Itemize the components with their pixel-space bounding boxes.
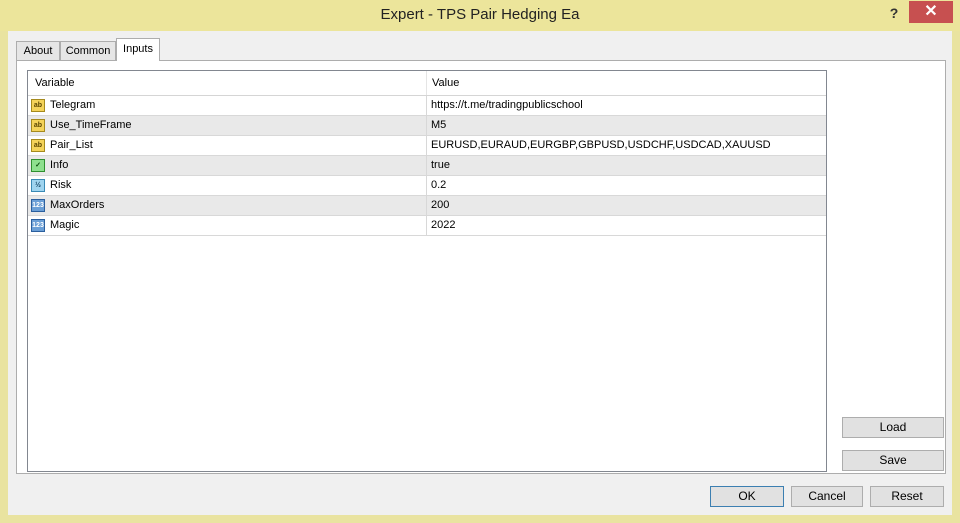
tab-about[interactable]: About (16, 41, 60, 60)
variable-name: MaxOrders (50, 199, 105, 211)
title-bar[interactable]: Expert - TPS Pair Hedging Ea ? ✕ (0, 0, 960, 31)
table-row[interactable]: 123 Magic 2022 (28, 216, 826, 236)
close-button[interactable]: ✕ (909, 1, 953, 23)
load-button[interactable]: Load (842, 417, 944, 438)
table-row[interactable]: ab Telegram https://t.me/tradingpublicsc… (28, 96, 826, 116)
variable-value[interactable]: https://t.me/tradingpublicschool (431, 96, 583, 115)
variable-value[interactable]: 0.2 (431, 176, 446, 195)
column-divider[interactable] (426, 71, 427, 95)
integer-icon: 123 (31, 199, 45, 212)
help-button[interactable]: ? (880, 3, 908, 23)
cell-divider (426, 216, 427, 236)
table-row[interactable]: ab Pair_List EURUSD,EURAUD,EURGBP,GBPUSD… (28, 136, 826, 156)
variable-name: Magic (50, 219, 80, 231)
table-row[interactable]: ½ Risk 0.2 (28, 176, 826, 196)
string-icon: ab (31, 119, 45, 132)
dialog-client-area: About Common Inputs Variable Value ab Te… (8, 31, 952, 515)
ok-button[interactable]: OK (710, 486, 784, 507)
string-icon: ab (31, 139, 45, 152)
integer-icon: 123 (31, 219, 45, 232)
cell-divider (426, 136, 427, 156)
grid-header: Variable Value (28, 71, 826, 96)
variable-name: Use_TimeFrame (50, 119, 132, 131)
cell-divider (426, 196, 427, 216)
variable-value[interactable]: 200 (431, 196, 449, 215)
cell-divider (426, 96, 427, 116)
variable-value[interactable]: EURUSD,EURAUD,EURGBP,GBPUSD,USDCHF,USDCA… (431, 136, 771, 155)
dialog-window: Expert - TPS Pair Hedging Ea ? ✕ About C… (0, 0, 960, 523)
variable-value[interactable]: 2022 (431, 216, 455, 235)
cell-divider (426, 176, 427, 196)
cell-divider (426, 156, 427, 176)
cancel-button[interactable]: Cancel (791, 486, 863, 507)
table-row[interactable]: ✓ Info true (28, 156, 826, 176)
variable-name: Risk (50, 179, 72, 191)
variable-name: Pair_List (50, 139, 93, 151)
variable-name: Telegram (50, 99, 96, 111)
cell-divider (426, 116, 427, 136)
variable-value[interactable]: true (431, 156, 450, 175)
inputs-grid[interactable]: Variable Value ab Telegram https://t.me/… (27, 70, 827, 472)
tab-common[interactable]: Common (60, 41, 116, 60)
bool-icon: ✓ (31, 159, 45, 172)
variable-name: Info (50, 159, 69, 171)
reset-button[interactable]: Reset (870, 486, 944, 507)
column-header-value[interactable]: Value (432, 71, 459, 95)
variable-value[interactable]: M5 (431, 116, 446, 135)
table-row[interactable]: ab Use_TimeFrame M5 (28, 116, 826, 136)
inputs-panel: Variable Value ab Telegram https://t.me/… (16, 60, 946, 474)
double-icon: ½ (31, 179, 45, 192)
tab-inputs[interactable]: Inputs (116, 38, 160, 61)
string-icon: ab (31, 99, 45, 112)
save-button[interactable]: Save (842, 450, 944, 471)
table-row[interactable]: 123 MaxOrders 200 (28, 196, 826, 216)
column-header-variable[interactable]: Variable (35, 71, 75, 95)
window-title: Expert - TPS Pair Hedging Ea (380, 6, 580, 23)
